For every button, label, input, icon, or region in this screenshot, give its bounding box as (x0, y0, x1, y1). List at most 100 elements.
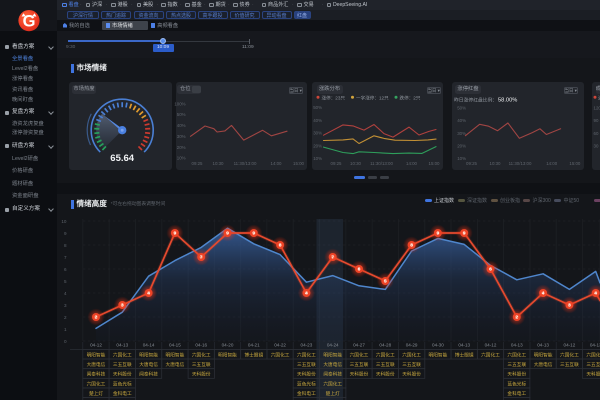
svg-text:大唐电信: 大唐电信 (323, 361, 342, 368)
svg-text:明阳智能: 明阳智能 (139, 351, 158, 358)
svg-text:六国化工: 六国化工 (297, 351, 316, 358)
svg-text:金科电工: 金科电工 (297, 390, 316, 397)
svg-text:04-13: 04-13 (590, 342, 600, 347)
svg-text:3: 3 (121, 303, 124, 308)
svg-text:三五互联: 三五互联 (350, 361, 369, 368)
svg-text:2: 2 (95, 315, 98, 320)
svg-text:04-12: 04-12 (485, 342, 497, 347)
svg-text:大唐电信: 大唐电信 (139, 361, 158, 368)
svg-text:天科股份: 天科股份 (507, 371, 526, 378)
svg-text:04-27: 04-27 (353, 342, 365, 347)
svg-text:天科股份: 天科股份 (192, 371, 211, 378)
svg-text:明阳智能: 明阳智能 (429, 351, 448, 358)
svg-text:六国化工: 六国化工 (507, 351, 526, 358)
svg-text:4: 4 (594, 291, 597, 296)
svg-text:2: 2 (516, 315, 519, 320)
svg-text:5: 5 (64, 279, 67, 284)
svg-text:三五互联: 三五互联 (507, 361, 526, 368)
svg-text:三五互联: 三五互联 (192, 361, 211, 368)
svg-text:大唐电信: 大唐电信 (534, 361, 553, 368)
svg-text:04-23: 04-23 (301, 342, 313, 347)
svg-text:04-22: 04-22 (274, 342, 286, 347)
svg-text:天科股份: 天科股份 (402, 371, 421, 378)
svg-text:04-30: 04-30 (432, 342, 444, 347)
svg-text:明阳智能: 明阳智能 (534, 351, 553, 358)
svg-text:04-13: 04-13 (537, 342, 549, 347)
svg-text:04-14: 04-14 (143, 342, 155, 347)
svg-text:六国化工: 六国化工 (350, 351, 369, 358)
svg-text:天科股份: 天科股份 (376, 371, 395, 378)
svg-text:3: 3 (568, 303, 571, 308)
svg-text:9: 9 (226, 231, 229, 236)
svg-text:蓝色光标: 蓝色光标 (113, 380, 132, 387)
svg-text:7: 7 (64, 255, 67, 260)
svg-text:明阳智能: 明阳智能 (87, 351, 106, 358)
svg-text:04-13: 04-13 (116, 342, 128, 347)
svg-text:5: 5 (384, 279, 387, 284)
svg-text:2: 2 (64, 315, 67, 320)
svg-text:7: 7 (200, 255, 203, 260)
svg-text:六国化工: 六国化工 (560, 351, 579, 358)
svg-text:六国化工: 六国化工 (402, 351, 421, 358)
svg-text:六国化工: 六国化工 (481, 351, 500, 358)
svg-text:六国化工: 六国化工 (323, 380, 342, 387)
svg-text:闻泰科技: 闻泰科技 (323, 371, 342, 378)
svg-text:六国化工: 六国化工 (376, 351, 395, 358)
svg-text:天科股份: 天科股份 (297, 371, 316, 378)
svg-text:04-21: 04-21 (248, 342, 260, 347)
svg-text:天科股份: 天科股份 (113, 371, 132, 378)
svg-text:大唐电信: 大唐电信 (166, 361, 185, 368)
svg-text:9: 9 (64, 231, 67, 236)
svg-text:9: 9 (253, 231, 256, 236)
svg-text:9: 9 (463, 231, 466, 236)
svg-text:04-12: 04-12 (564, 342, 576, 347)
svg-text:明阳智能: 明阳智能 (218, 351, 237, 358)
svg-text:六国化工: 六国化工 (87, 380, 106, 387)
svg-text:蓝色光标: 蓝色光标 (507, 380, 526, 387)
svg-text:天科股份: 天科股份 (586, 371, 600, 378)
svg-text:04-13: 04-13 (511, 342, 523, 347)
svg-text:闻泰科技: 闻泰科技 (87, 371, 106, 378)
svg-text:4: 4 (147, 291, 150, 296)
svg-text:0: 0 (64, 339, 67, 344)
svg-text:04-13: 04-13 (458, 342, 470, 347)
svg-text:六国化工: 六国化工 (271, 351, 290, 358)
svg-text:10: 10 (61, 219, 67, 224)
svg-text:三五互联: 三五互联 (560, 361, 579, 368)
svg-text:大唐电信: 大唐电信 (87, 361, 106, 368)
svg-text:04-29: 04-29 (406, 342, 418, 347)
svg-text:8: 8 (410, 243, 413, 248)
svg-text:1: 1 (64, 327, 67, 332)
svg-text:04-12: 04-12 (90, 342, 102, 347)
svg-text:04-16: 04-16 (195, 342, 207, 347)
svg-text:金科电工: 金科电工 (507, 390, 526, 397)
svg-text:三五互联: 三五互联 (297, 361, 316, 368)
svg-text:六国化工: 六国化工 (586, 351, 600, 358)
svg-text:蓝色光标: 蓝色光标 (297, 380, 316, 387)
svg-text:8: 8 (279, 243, 282, 248)
svg-text:明阳智能: 明阳智能 (166, 351, 185, 358)
svg-text:三五互联: 三五互联 (402, 361, 421, 368)
svg-text:博士眼镜: 博士眼镜 (244, 351, 263, 358)
svg-text:9: 9 (174, 231, 177, 236)
svg-text:天科股份: 天科股份 (350, 371, 369, 378)
svg-text:三五互联: 三五互联 (586, 361, 600, 368)
svg-text:博士眼镜: 博士眼镜 (455, 351, 474, 358)
svg-text:三五互联: 三五互联 (113, 361, 132, 368)
svg-text:8: 8 (64, 243, 67, 248)
svg-text:6: 6 (489, 267, 492, 272)
svg-text:04-20: 04-20 (222, 342, 234, 347)
svg-text:04-15: 04-15 (169, 342, 181, 347)
svg-text:楚上灯: 楚上灯 (89, 390, 103, 397)
svg-text:9: 9 (437, 231, 440, 236)
svg-text:7: 7 (331, 255, 334, 260)
svg-text:楚上灯: 楚上灯 (326, 390, 340, 397)
svg-text:3: 3 (64, 303, 67, 308)
svg-text:闻泰科技: 闻泰科技 (139, 371, 158, 378)
svg-text:6: 6 (64, 267, 67, 272)
svg-text:4: 4 (305, 291, 308, 296)
svg-text:六国化工: 六国化工 (192, 351, 211, 358)
svg-text:明阳智能: 明阳智能 (323, 351, 342, 358)
svg-text:04-24: 04-24 (327, 342, 339, 347)
svg-text:04-28: 04-28 (379, 342, 391, 347)
